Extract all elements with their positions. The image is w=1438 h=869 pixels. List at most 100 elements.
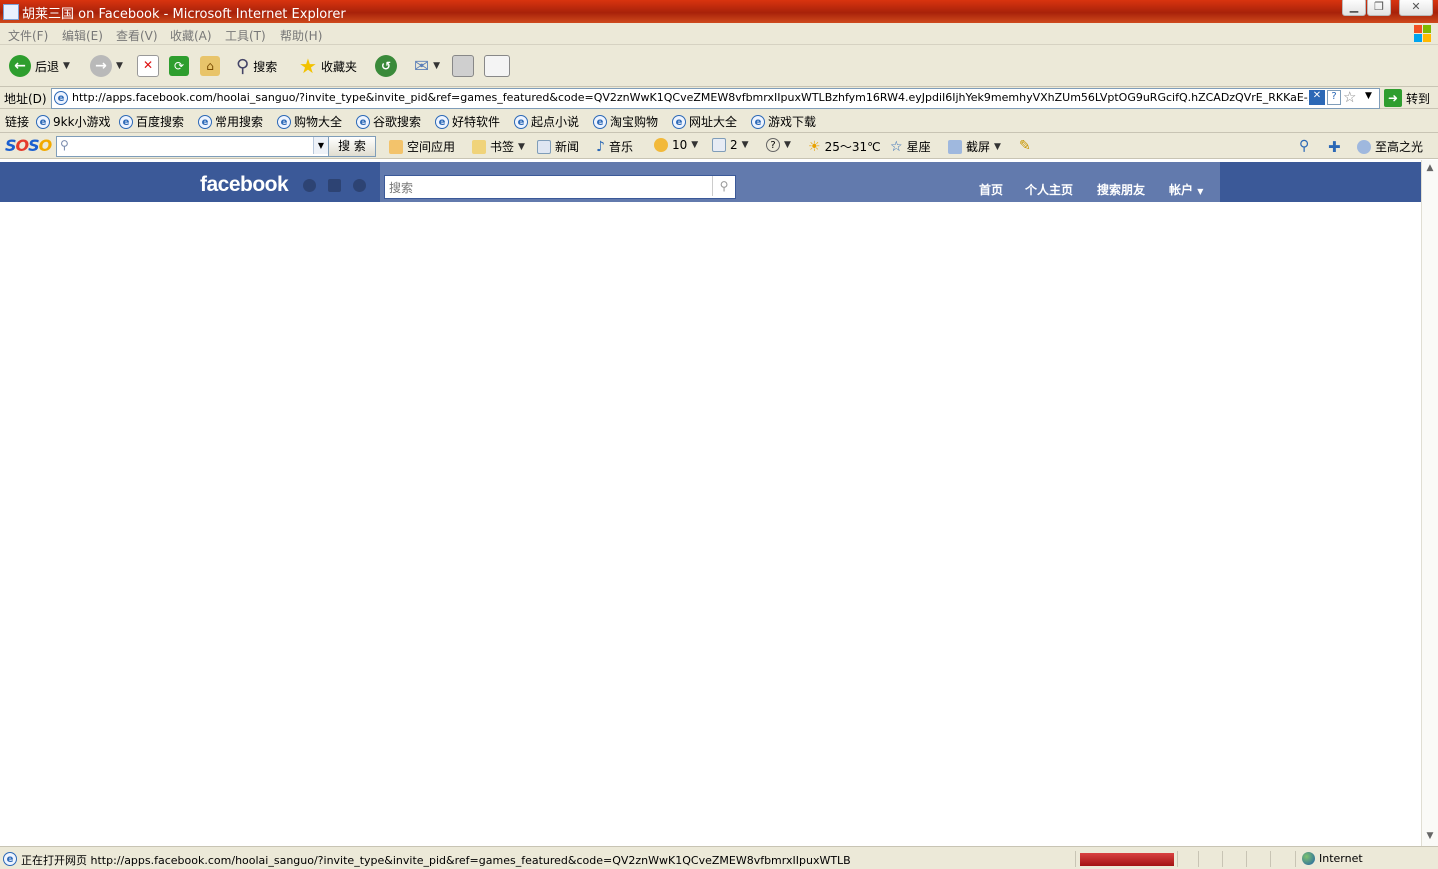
- mail-icon: ✉: [414, 55, 430, 77]
- soso-logo: SOSO: [5, 136, 52, 155]
- address-url[interactable]: http://apps.facebook.com/hoolai_sanguo/?…: [72, 91, 1308, 104]
- facebook-logo[interactable]: facebook: [200, 173, 289, 197]
- favorite-star-icon[interactable]: ☆: [1343, 89, 1356, 106]
- constellation-button[interactable]: ☆ 星座: [890, 138, 931, 155]
- status-divider: [1295, 851, 1296, 867]
- go-button[interactable]: 转到: [1406, 90, 1430, 107]
- attach-button[interactable]: ⚲: [1299, 138, 1309, 154]
- close-button[interactable]: ✕: [1399, 0, 1433, 16]
- space-apps-button[interactable]: 空间应用: [389, 138, 455, 155]
- screenshot-dropdown-icon: ▼: [994, 141, 1001, 152]
- search-icon: ⚲: [236, 55, 250, 77]
- nav-home[interactable]: 首页: [979, 181, 1003, 198]
- scroll-down-icon[interactable]: ▼: [1424, 831, 1436, 843]
- refresh-button[interactable]: ⟳: [169, 53, 189, 79]
- back-arrow-icon: ←: [9, 55, 31, 77]
- vertical-scrollbar[interactable]: ▲ ▼: [1421, 160, 1438, 846]
- add-button[interactable]: ✚: [1328, 138, 1341, 156]
- bookmark-button[interactable]: 书签 ▼: [472, 138, 525, 155]
- link-item[interactable]: e 游戏下载: [751, 113, 816, 130]
- status-bar: e 正在打开网页 http://apps.facebook.com/hoolai…: [0, 846, 1438, 869]
- go-arrow-icon[interactable]: ➜: [1384, 89, 1402, 107]
- page-ie-icon: e: [54, 91, 68, 105]
- soso-search-input[interactable]: ⚲ ▼: [56, 136, 329, 157]
- link-item[interactable]: e 常用搜索: [198, 113, 263, 130]
- weather-sun-icon: ☀: [808, 138, 821, 155]
- close-tab-icon[interactable]: ✕: [1309, 90, 1325, 105]
- restore-button[interactable]: ❐: [1367, 0, 1391, 16]
- windows-logo-icon: [1414, 25, 1432, 43]
- address-label: 地址(D): [4, 92, 47, 106]
- help-menu-button[interactable]: ? ▼: [766, 138, 791, 152]
- help-icon[interactable]: ?: [1327, 90, 1341, 105]
- facebook-search-input[interactable]: 搜索 ⚲: [384, 175, 736, 199]
- ie-link-icon: e: [751, 114, 765, 129]
- ie-link-icon: e: [356, 114, 370, 129]
- link-item[interactable]: e 谷歌搜索: [356, 113, 421, 130]
- menu-edit[interactable]: 编辑(E): [62, 27, 103, 44]
- paperclip-icon: ⚲: [1299, 138, 1310, 154]
- stop-button[interactable]: ✕: [137, 53, 159, 79]
- user-button[interactable]: 至高之光: [1357, 138, 1423, 155]
- friend-requests-icon[interactable]: [303, 179, 316, 192]
- nav-account[interactable]: 帐户 ▼: [1169, 181, 1203, 198]
- screenshot-icon: [948, 139, 962, 154]
- scroll-up-icon[interactable]: ▲: [1424, 163, 1436, 175]
- address-dropdown-icon[interactable]: ▼: [1365, 91, 1372, 101]
- clean-button[interactable]: ✎: [1019, 138, 1031, 154]
- status-divider: [1222, 851, 1223, 867]
- news-button[interactable]: 新闻: [537, 138, 579, 155]
- stop-icon: ✕: [137, 55, 159, 77]
- menu-help[interactable]: 帮助(H): [280, 27, 322, 44]
- menu-view[interactable]: 查看(V): [116, 27, 158, 44]
- mail-button[interactable]: ✉ ▼: [414, 53, 440, 79]
- link-item[interactable]: e 网址大全: [672, 113, 737, 130]
- edit-button[interactable]: [484, 53, 510, 79]
- mail-dropdown-icon[interactable]: ▼: [433, 61, 440, 71]
- menu-favorites[interactable]: 收藏(A): [170, 27, 212, 44]
- status-text: 正在打开网页 http://apps.facebook.com/hoolai_s…: [21, 854, 851, 867]
- ie-link-icon: e: [277, 114, 291, 129]
- broom-icon: ✎: [1019, 138, 1031, 154]
- ie-link-icon: e: [36, 114, 50, 129]
- link-item[interactable]: e 百度搜索: [119, 113, 184, 130]
- forward-dropdown-icon[interactable]: ▼: [116, 61, 123, 71]
- search-icon[interactable]: ⚲: [712, 176, 735, 196]
- link-item[interactable]: e 好特软件: [435, 113, 500, 130]
- menu-file[interactable]: 文件(F): [8, 27, 48, 44]
- loading-progress-bar: [1080, 853, 1174, 866]
- search-button[interactable]: ⚲ 搜索: [236, 53, 277, 79]
- status-divider: [1246, 851, 1247, 867]
- home-icon: ⌂: [200, 56, 220, 76]
- link-item[interactable]: e 购物大全: [277, 113, 342, 130]
- print-button[interactable]: [452, 53, 474, 79]
- back-dropdown-icon[interactable]: ▼: [63, 61, 70, 71]
- ie-link-icon: e: [672, 114, 686, 129]
- status-divider: [1270, 851, 1271, 867]
- mail-counter-button[interactable]: 2 ▼: [712, 138, 749, 152]
- address-field[interactable]: e http://apps.facebook.com/hoolai_sanguo…: [51, 88, 1380, 109]
- counter-button-1[interactable]: 10 ▼: [654, 138, 698, 152]
- nav-profile[interactable]: 个人主页: [1025, 181, 1073, 198]
- notifications-globe-icon[interactable]: [353, 179, 366, 192]
- history-button[interactable]: ↺: [375, 53, 397, 79]
- link-item[interactable]: e 起点小说: [514, 113, 579, 130]
- forward-button[interactable]: → ▼: [90, 53, 123, 79]
- home-button[interactable]: ⌂: [200, 53, 220, 79]
- messages-icon[interactable]: [328, 179, 341, 192]
- soso-search-button[interactable]: 搜 索: [328, 136, 376, 157]
- minimize-button[interactable]: ▁: [1342, 0, 1366, 16]
- music-button[interactable]: ♪ 音乐: [596, 138, 633, 155]
- link-item[interactable]: e 9kk小游戏: [36, 113, 111, 130]
- screenshot-button[interactable]: 截屏 ▼: [948, 138, 1001, 155]
- nav-find-friends[interactable]: 搜索朋友: [1097, 181, 1145, 198]
- weather-button[interactable]: ☀ 25～31℃: [808, 138, 881, 155]
- link-item[interactable]: e 淘宝购物: [593, 113, 658, 130]
- menu-tools[interactable]: 工具(T): [225, 27, 266, 44]
- internet-globe-icon: [1302, 852, 1315, 865]
- back-button[interactable]: ← 后退 ▼: [9, 53, 70, 79]
- favorites-button[interactable]: ★ 收藏夹: [299, 53, 357, 79]
- search-dropdown-icon[interactable]: ▼: [313, 137, 328, 154]
- news-icon: [537, 139, 551, 154]
- printer-icon: [452, 55, 474, 77]
